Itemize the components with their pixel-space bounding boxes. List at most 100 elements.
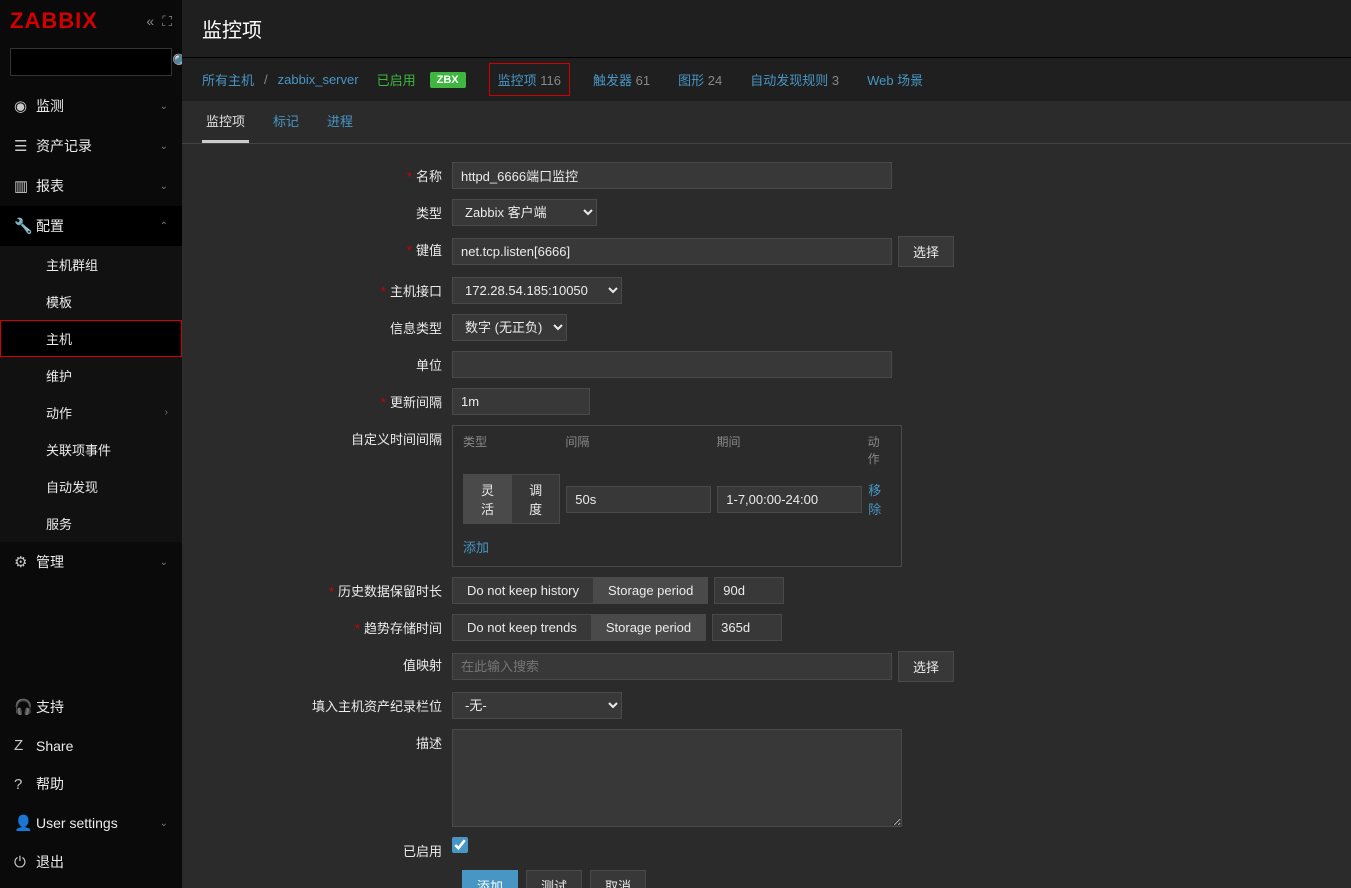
share-icon: Z bbox=[14, 737, 36, 754]
search-input[interactable] bbox=[17, 55, 172, 69]
power-icon: ⏻ bbox=[14, 854, 36, 871]
logo-row: ZABBIX « ⛶ bbox=[0, 0, 182, 42]
logo: ZABBIX bbox=[10, 8, 98, 34]
history-toggle: Do not keep history Storage period bbox=[452, 577, 708, 604]
history-nokeep-button[interactable]: Do not keep history bbox=[453, 578, 594, 603]
label-type: 类型 bbox=[202, 199, 452, 222]
zbx-badge: ZBX bbox=[430, 72, 466, 88]
ci-interval-input[interactable] bbox=[566, 486, 711, 513]
label-desc: 描述 bbox=[202, 729, 452, 752]
nav-usersettings[interactable]: 👤 User settings ⌄ bbox=[0, 804, 182, 842]
label-hostif: 主机接口 bbox=[202, 277, 452, 300]
search-icon[interactable]: 🔍 bbox=[172, 53, 182, 71]
ci-flex-button[interactable]: 灵活 bbox=[464, 475, 512, 523]
hostif-select[interactable]: 172.28.54.185:10050 bbox=[452, 277, 622, 304]
submit-add-button[interactable]: 添加 bbox=[462, 870, 518, 888]
page-title: 监控项 bbox=[202, 14, 1331, 43]
headset-icon: 🎧 bbox=[14, 698, 36, 716]
chevron-up-icon: ⌃ bbox=[160, 221, 168, 232]
help-icon: ? bbox=[14, 776, 36, 793]
custom-interval-box: 类型 间隔 期间 动作 灵活 调度 移除 bbox=[452, 425, 902, 567]
chevron-down-icon: ⌄ bbox=[160, 557, 168, 568]
sidebar-expand-icon[interactable]: ⛶ bbox=[162, 13, 172, 30]
eye-icon: ◉ bbox=[14, 97, 36, 115]
label-updateint: 更新间隔 bbox=[202, 388, 452, 411]
list-icon: ☰ bbox=[14, 137, 36, 155]
enabled-label: 已启用 bbox=[377, 70, 416, 89]
ci-add-link[interactable]: 添加 bbox=[463, 540, 489, 555]
label-history: 历史数据保留时长 bbox=[202, 577, 452, 600]
chevron-down-icon: ⌄ bbox=[160, 818, 168, 829]
nav-configuration[interactable]: 🔧 配置 ⌃ bbox=[0, 206, 182, 246]
trend-toggle: Do not keep trends Storage period bbox=[452, 614, 706, 641]
key-input[interactable] bbox=[452, 238, 892, 265]
bc-allhosts[interactable]: 所有主机 bbox=[202, 70, 254, 89]
updateint-input[interactable] bbox=[452, 388, 590, 415]
label-units: 单位 bbox=[202, 351, 452, 374]
sidebar-item-hosts[interactable]: 主机 bbox=[0, 320, 182, 357]
sidebar-collapse-icon[interactable]: « bbox=[146, 13, 154, 30]
sidebar-item-services[interactable]: 服务 bbox=[0, 505, 182, 542]
nav-share[interactable]: Z Share bbox=[0, 727, 182, 764]
valuemap-select-button[interactable]: 选择 bbox=[898, 651, 954, 682]
user-icon: 👤 bbox=[14, 814, 36, 832]
sidebar-item-templates[interactable]: 模板 bbox=[0, 283, 182, 320]
sidebar-item-discovery[interactable]: 自动发现 bbox=[0, 468, 182, 505]
sidebar-item-maintenance[interactable]: 维护 bbox=[0, 357, 182, 394]
bc-discovery[interactable]: 自动发现规则 3 bbox=[750, 70, 839, 89]
chart-icon: ▥ bbox=[14, 177, 36, 195]
bc-web[interactable]: Web 场景 bbox=[867, 70, 923, 89]
label-enabled: 已启用 bbox=[202, 837, 452, 860]
label-custom: 自定义时间间隔 bbox=[202, 425, 452, 448]
nav-support[interactable]: 🎧 支持 bbox=[0, 687, 182, 727]
trend-nokeep-button[interactable]: Do not keep trends bbox=[453, 615, 592, 640]
key-select-button[interactable]: 选择 bbox=[898, 236, 954, 267]
sidebar-item-hostgroups[interactable]: 主机群组 bbox=[0, 246, 182, 283]
bc-graphs[interactable]: 图形 24 bbox=[678, 70, 722, 89]
bc-items[interactable]: 监控项 116 bbox=[494, 68, 565, 91]
label-key: 键值 bbox=[202, 236, 452, 259]
trend-storage-button[interactable]: Storage period bbox=[592, 615, 705, 640]
ci-head-period: 期间 bbox=[716, 433, 867, 467]
valuemap-input[interactable] bbox=[452, 653, 892, 680]
tabs: 监控项 标记 进程 bbox=[182, 101, 1351, 144]
tab-item[interactable]: 监控项 bbox=[202, 101, 249, 143]
nav-logout[interactable]: ⏻ 退出 bbox=[0, 842, 182, 882]
nav-reports[interactable]: ▥ 报表 ⌄ bbox=[0, 166, 182, 206]
label-valuemap: 值映射 bbox=[202, 651, 452, 674]
history-value-input[interactable] bbox=[714, 577, 784, 604]
nav-administration[interactable]: ⚙ 管理 ⌄ bbox=[0, 542, 182, 582]
wrench-icon: 🔧 bbox=[14, 217, 36, 235]
nav-monitoring[interactable]: ◉ 监测 ⌄ bbox=[0, 86, 182, 126]
sidebar-item-correlation[interactable]: 关联项事件 bbox=[0, 431, 182, 468]
tab-preprocessing[interactable]: 进程 bbox=[323, 101, 357, 143]
bc-triggers[interactable]: 触发器 61 bbox=[593, 70, 650, 89]
inventory-select[interactable]: -无- bbox=[452, 692, 622, 719]
breadcrumb: 所有主机 / zabbix_server 已启用 ZBX 监控项 116 触发器… bbox=[182, 57, 1351, 101]
ci-period-input[interactable] bbox=[717, 486, 862, 513]
enabled-checkbox[interactable] bbox=[452, 837, 468, 853]
desc-textarea[interactable] bbox=[452, 729, 902, 827]
trend-value-input[interactable] bbox=[712, 614, 782, 641]
units-input[interactable] bbox=[452, 351, 892, 378]
gear-icon: ⚙ bbox=[14, 553, 36, 571]
ci-type-toggle: 灵活 调度 bbox=[463, 474, 560, 524]
sidebar-item-actions[interactable]: 动作› bbox=[0, 394, 182, 431]
name-input[interactable] bbox=[452, 162, 892, 189]
ci-head-interval: 间隔 bbox=[565, 433, 716, 467]
sidebar: ZABBIX « ⛶ 🔍 ◉ 监测 ⌄ ☰ 资产记录 ⌄ ▥ bbox=[0, 0, 182, 888]
chevron-down-icon: ⌄ bbox=[160, 141, 168, 152]
nav-inventory[interactable]: ☰ 资产记录 ⌄ bbox=[0, 126, 182, 166]
info-select[interactable]: 数字 (无正负) bbox=[452, 314, 567, 341]
bc-host[interactable]: zabbix_server bbox=[278, 72, 359, 87]
chevron-down-icon: ⌄ bbox=[160, 181, 168, 192]
ci-sched-button[interactable]: 调度 bbox=[512, 475, 559, 523]
ci-remove-link[interactable]: 移除 bbox=[868, 480, 891, 518]
cancel-button[interactable]: 取消 bbox=[590, 870, 646, 888]
test-button[interactable]: 测试 bbox=[526, 870, 582, 888]
type-select[interactable]: Zabbix 客户端 bbox=[452, 199, 597, 226]
ci-head-action: 动作 bbox=[868, 433, 891, 467]
history-storage-button[interactable]: Storage period bbox=[594, 578, 707, 603]
tab-tags[interactable]: 标记 bbox=[269, 101, 303, 143]
nav-help[interactable]: ? 帮助 bbox=[0, 764, 182, 804]
